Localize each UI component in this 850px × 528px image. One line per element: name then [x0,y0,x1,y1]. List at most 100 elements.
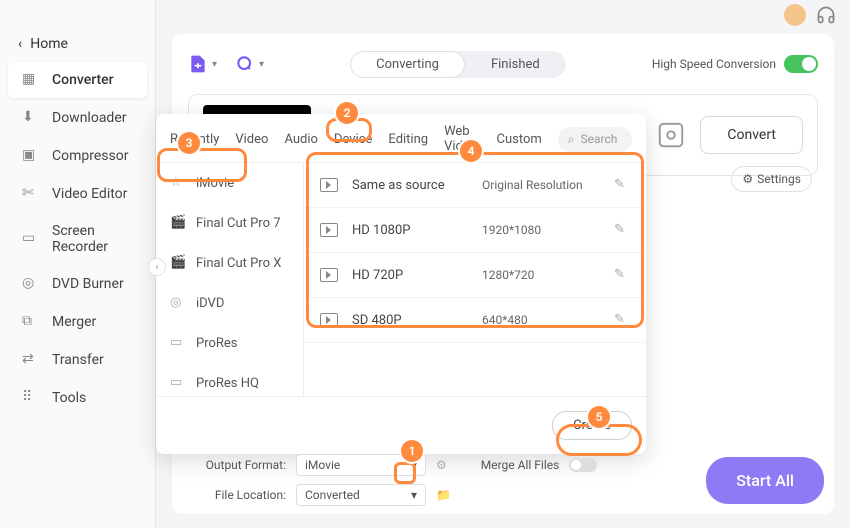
step-badge-2: 2 [336,102,358,124]
high-speed-label: High Speed Conversion [652,57,776,71]
sidebar-item-label: Video Editor [52,186,127,202]
tab-converting[interactable]: Converting [350,51,465,78]
avatar[interactable] [784,4,806,26]
status-segment: Converting Finished [350,51,566,78]
preset-list: Same as sourceOriginal Resolution✎ HD 10… [304,163,646,396]
search-icon: ⌕ [568,132,575,147]
start-all-button[interactable]: Start All [706,457,824,504]
tab-editing[interactable]: Editing [388,132,428,147]
folder-icon[interactable]: 📁 [436,488,451,502]
sidebar-item-downloader[interactable]: ⬇Downloader [8,100,147,136]
preset-resolution: 1920*1080 [482,223,614,237]
format-modal: Recently Video Audio Device Editing Web … [156,114,646,454]
merge-icon: ⧉ [22,313,40,331]
format-final-cut-pro-7[interactable]: 🎬Final Cut Pro 7 [156,203,303,243]
file-location-label: File Location: [196,488,286,502]
preset-hd-1080p[interactable]: HD 1080P1920*1080✎ [304,208,646,253]
format-label: ProRes [196,336,238,351]
step-badge-5: 5 [588,406,610,428]
settings-pill[interactable]: ⚙ Settings [731,166,812,192]
preset-resolution: Original Resolution [482,178,614,192]
edit-icon[interactable]: ✎ [614,222,630,238]
convert-button[interactable]: Convert [700,116,803,154]
sidebar-item-label: DVD Burner [52,276,124,292]
format-prores-hq[interactable]: ▭ ProRes HQ [156,363,303,396]
add-url-button[interactable]: ▾ [235,54,264,74]
file-settings-icon[interactable] [656,120,686,150]
tab-custom[interactable]: Custom [497,132,542,147]
chevron-down-icon: ▾ [259,59,264,70]
home-link[interactable]: ‹ Home [0,28,155,60]
sidebar-item-label: Transfer [52,352,104,368]
modal-body: ☆iMovie 🎬Final Cut Pro 7 🎬Final Cut Pro … [156,163,646,396]
file-location-select[interactable]: Converted ▾ [296,484,426,506]
tab-audio[interactable]: Audio [284,132,317,147]
step-badge-4: 4 [460,140,482,162]
preset-resolution: 1280*720 [482,268,614,282]
format-label: Final Cut Pro X [196,256,281,271]
compressor-icon: ▣ [22,147,40,165]
preset-hd-720p[interactable]: HD 720P1280*720✎ [304,253,646,298]
tab-video[interactable]: Video [235,132,268,147]
sidebar: ‹ Home ▦Converter ⬇Downloader ▣Compresso… [0,0,156,528]
format-label: ProRes HQ [196,376,259,391]
tab-finished[interactable]: Finished [465,51,566,78]
add-file-button[interactable]: ▾ [188,54,217,74]
panel-toolbar: ▾ ▾ Converting Finished High Speed Conve… [188,46,818,82]
chevron-left-icon: ‹ [18,36,22,52]
settings-label: Settings [757,172,801,186]
disc-icon: ◎ [170,295,186,311]
step-badge-3: 3 [178,132,200,154]
output-format-value: iMovie [305,458,340,472]
sidebar-item-converter[interactable]: ▦Converter [8,62,147,98]
modal-tabs: Recently Video Audio Device Editing Web … [156,114,646,163]
file-location-value: Converted [305,488,360,502]
sidebar-item-dvd-burner[interactable]: ◎ DVD Burner [8,266,147,302]
add-file-icon [188,54,208,74]
transfer-icon: ⇄ [22,351,40,369]
grid-icon: ⠿ [22,389,40,407]
play-box-icon [320,223,338,237]
format-final-cut-pro-x[interactable]: 🎬Final Cut Pro X [156,243,303,283]
tab-device[interactable]: Device [334,132,373,147]
format-idvd[interactable]: ◎iDVD [156,283,303,323]
preset-sd-480p[interactable]: SD 480P640*480✎ [304,298,646,343]
preset-resolution: 640*480 [482,313,614,327]
chevron-down-icon: ▾ [212,59,217,70]
home-label: Home [30,36,68,52]
disc-icon: ◎ [22,275,40,293]
add-url-icon [235,54,255,74]
sidebar-collapse-handle[interactable]: ‹ [148,258,166,276]
search-input[interactable]: ⌕ Search [558,127,632,152]
sidebar-item-merger[interactable]: ⧉Merger [8,304,147,340]
play-box-icon [320,178,338,192]
preset-same-as-source[interactable]: Same as sourceOriginal Resolution✎ [304,163,646,208]
modal-footer: Create [156,396,646,454]
sidebar-item-screen-recorder[interactable]: ▭Screen Recorder [8,214,147,264]
merge-label: Merge All Files [481,458,560,472]
monitor-icon: ▭ [22,230,40,248]
chevron-down-icon: ▾ [411,488,417,502]
high-speed-wrap: High Speed Conversion [652,55,818,73]
sidebar-item-transfer[interactable]: ⇄ Transfer [8,342,147,378]
output-settings-icon[interactable]: ⚙ [436,458,447,472]
high-speed-toggle[interactable] [784,55,818,73]
format-imovie[interactable]: ☆iMovie [156,163,303,203]
edit-icon[interactable]: ✎ [614,267,630,283]
film-icon: 🎬 [170,215,186,231]
preset-label: SD 480P [352,313,482,328]
support-icon[interactable] [816,5,836,25]
gear-icon: ⚙ [742,172,753,186]
edit-icon[interactable]: ✎ [614,177,630,193]
sidebar-item-video-editor[interactable]: ✄Video Editor [8,176,147,212]
preset-label: Same as source [352,178,482,193]
format-prores[interactable]: ▭ProRes [156,323,303,363]
edit-icon[interactable]: ✎ [614,312,630,328]
downloader-icon: ⬇ [22,109,40,127]
merge-toggle[interactable] [569,458,597,472]
sidebar-item-tools[interactable]: ⠿ Tools [8,380,147,416]
sidebar-item-label: Converter [52,72,114,88]
sidebar-item-compressor[interactable]: ▣Compressor [8,138,147,174]
prores-icon: ▭ [170,375,186,391]
sidebar-item-label: Tools [52,390,86,406]
